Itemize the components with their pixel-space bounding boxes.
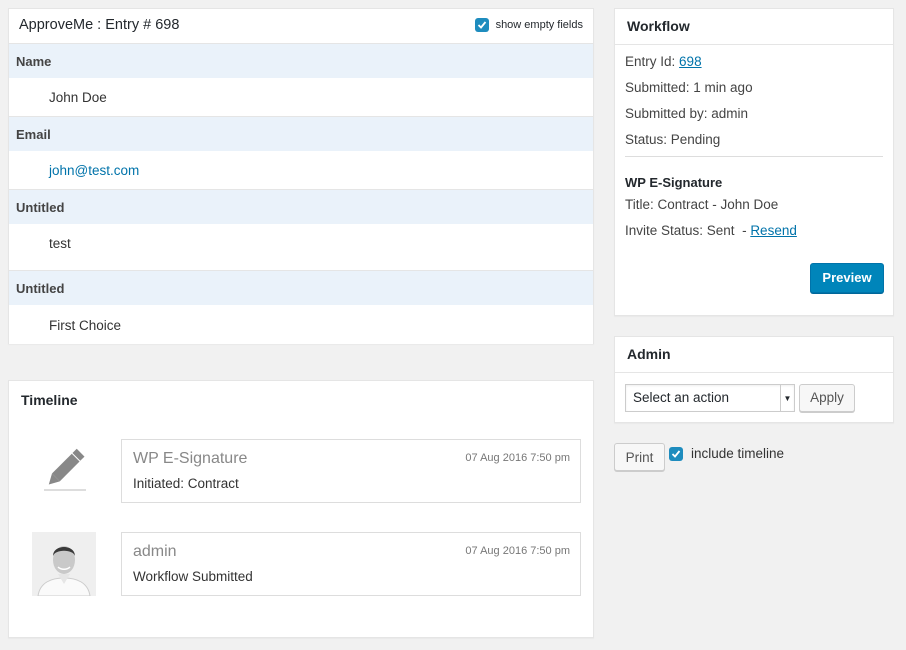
email-link[interactable]: john@test.com (49, 163, 139, 178)
chevron-down-icon[interactable]: ▼ (780, 385, 794, 411)
invite-status-row: Invite Status: Sent - Resend (625, 223, 797, 238)
preview-button[interactable]: Preview (810, 263, 884, 293)
avatar (32, 532, 96, 596)
field-label: Untitled (9, 190, 593, 224)
field-label: Untitled (9, 271, 593, 305)
include-timeline-label: include timeline (691, 446, 785, 461)
timeline-action: Initiated: Contract (133, 476, 239, 491)
print-button[interactable]: Print (614, 443, 665, 471)
timeline-title: Timeline (21, 392, 78, 408)
entry-panel: ApproveMe : Entry # 698 show empty field… (8, 8, 594, 344)
entry-id-link[interactable]: 698 (679, 54, 702, 69)
pencil-icon (39, 447, 89, 493)
timeline-actor: admin (133, 543, 177, 560)
workflow-panel: Workflow Entry Id: 698 Submitted: 1 min … (614, 8, 894, 316)
field-value: test (9, 224, 593, 271)
esig-heading: WP E-Signature (625, 175, 723, 190)
entry-title: ApproveMe : Entry # 698 (19, 17, 180, 33)
document-title: Title: Contract - John Doe (625, 197, 779, 212)
admin-title: Admin (615, 337, 893, 373)
timeline-item: admin 07 Aug 2016 7:50 pm Workflow Submi… (121, 532, 581, 596)
submitted-text: Submitted: 1 min ago (625, 80, 753, 95)
field-label: Email (9, 117, 593, 151)
entry-header: ApproveMe : Entry # 698 show empty field… (9, 9, 593, 44)
submitted-by-text: Submitted by: admin (625, 106, 749, 121)
timeline-panel: Timeline WP E-Signature 07 Aug 2016 7:50… (8, 380, 594, 638)
field-value: John Doe (9, 78, 593, 117)
invite-status-text: Invite Status: Sent (625, 223, 735, 238)
timeline-item: WP E-Signature 07 Aug 2016 7:50 pm Initi… (121, 439, 581, 503)
action-select[interactable]: Select an action ▼ (625, 384, 795, 412)
timeline-actor: WP E-Signature (133, 450, 248, 467)
field-value: First Choice (9, 305, 593, 344)
checkbox-checked-icon[interactable] (669, 446, 683, 461)
divider (625, 156, 883, 157)
entry-id-label: Entry Id: (625, 54, 676, 69)
timeline-time: 07 Aug 2016 7:50 pm (465, 545, 570, 557)
email-link-cell[interactable]: john@test.com (9, 151, 593, 190)
checkbox-checked-icon[interactable] (474, 18, 489, 32)
action-select-value: Select an action (633, 390, 730, 405)
workflow-title: Workflow (615, 9, 893, 45)
status-text: Status: Pending (625, 132, 721, 147)
show-empty-label: show empty fields (495, 19, 583, 31)
apply-button[interactable]: Apply (799, 384, 855, 412)
entry-id-row: Entry Id: 698 (625, 54, 702, 69)
admin-panel: Admin Select an action ▼ Apply (614, 336, 894, 423)
timeline-time: 07 Aug 2016 7:50 pm (465, 452, 570, 464)
timeline-action: Workflow Submitted (133, 569, 253, 584)
resend-link[interactable]: Resend (750, 223, 797, 238)
field-label: Name (9, 44, 593, 78)
include-timeline-toggle[interactable]: include timeline (669, 446, 784, 461)
show-empty-toggle[interactable]: show empty fields (474, 18, 583, 32)
